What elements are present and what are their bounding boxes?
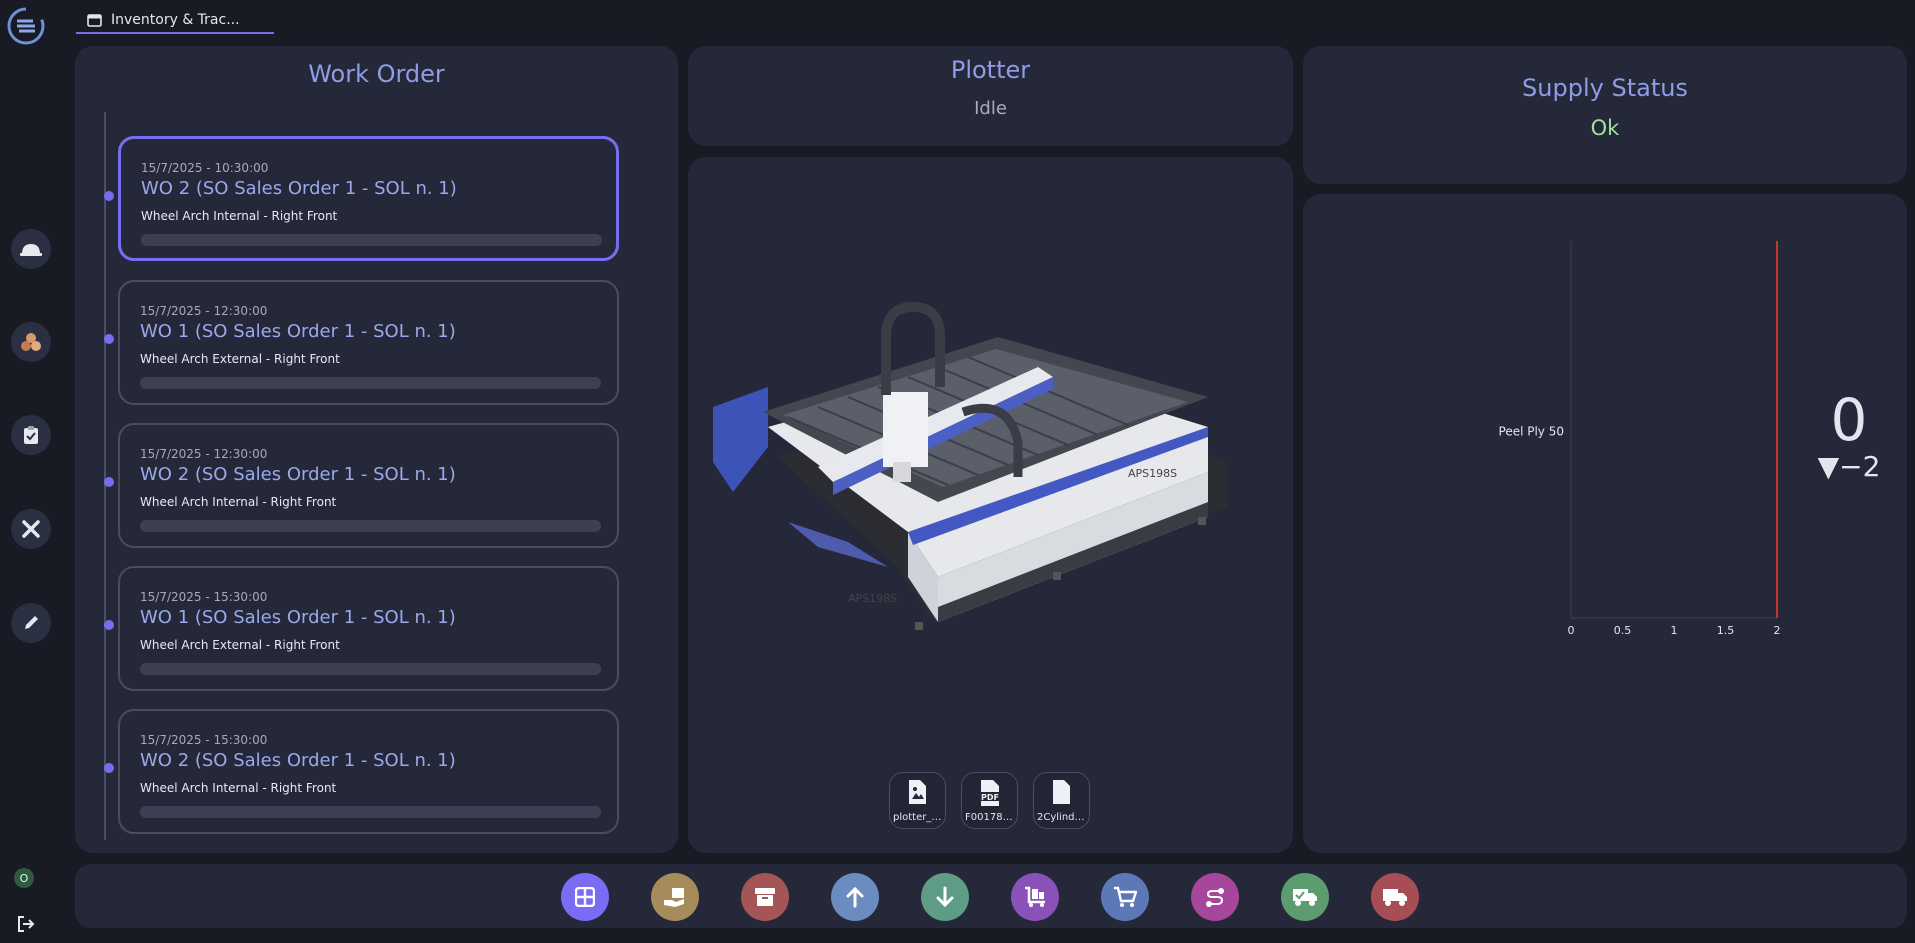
supply-chart: Peel Ply 500 0.5 1 1.5 20▼−2 [1499, 241, 1881, 637]
truck-button[interactable] [1371, 873, 1419, 921]
pdf-file-icon: PDF [979, 780, 1001, 806]
work-order-card[interactable]: 15/7/2025 - 15:30:00 WO 1 (SO Sales Orde… [104, 566, 619, 691]
work-order-title-text: WO 1 (SO Sales Order 1 - SOL n. 1) [140, 607, 456, 628]
cart-items-button[interactable] [1011, 873, 1059, 921]
archive-icon [755, 888, 775, 906]
file-icon [1053, 780, 1070, 804]
work-order-progress [141, 234, 602, 246]
action-bar [75, 864, 1907, 928]
file-attachment[interactable]: PDF F001788... [961, 772, 1018, 829]
image-file-icon [909, 780, 926, 804]
work-order-datetime: 15/7/2025 - 10:30:00 [141, 161, 269, 175]
grid-icon [575, 887, 595, 907]
x-tick-label: 0.5 [1614, 624, 1632, 637]
x-tick-label: 0 [1568, 624, 1575, 637]
clipboard-check-icon[interactable] [11, 415, 51, 455]
work-order-description: Wheel Arch Internal - Right Front [140, 495, 337, 509]
file-label: F001788... [965, 812, 1014, 823]
cart-icon [1114, 886, 1137, 907]
work-order-progress [140, 520, 601, 532]
work-order-title: Work Order [308, 60, 445, 88]
worker-helmet-icon[interactable] [11, 229, 51, 269]
archive-button[interactable] [741, 873, 789, 921]
plotter-header-panel: Plotter Idle [688, 46, 1293, 146]
supply-status-panel: Supply Status Ok [1303, 46, 1907, 184]
work-order-description: Wheel Arch Internal - Right Front [140, 781, 337, 795]
materials-icon[interactable] [11, 322, 51, 362]
category-label: Peel Ply 50 [1499, 425, 1564, 439]
file-attachment[interactable]: plotter_i... [889, 772, 946, 829]
supply-status-title: Supply Status [1522, 74, 1688, 102]
truck-ok-button[interactable] [1281, 873, 1329, 921]
machine-label: APS198S [1128, 467, 1177, 480]
svg-text:PDF: PDF [981, 793, 999, 802]
supply-chart-panel: Peel Ply 50 0 0.5 1 1.5 2 0 ▼−2 [1303, 194, 1907, 853]
timeline-dot [104, 334, 114, 344]
work-order-datetime: 15/7/2025 - 15:30:00 [140, 590, 268, 604]
work-order-title-text: WO 2 (SO Sales Order 1 - SOL n. 1) [140, 464, 456, 485]
cart-button[interactable] [1101, 873, 1149, 921]
download-button[interactable] [921, 873, 969, 921]
work-order-progress [140, 806, 601, 818]
x-tick-label: 1 [1671, 624, 1678, 637]
route-icon [1206, 888, 1224, 907]
left-rail: O [0, 0, 60, 943]
plotter-panel: APS198S APS198S plotter_i... PDF F001788… [688, 157, 1293, 853]
timeline-dot [104, 763, 114, 773]
tab-inventory[interactable]: Inventory & Trac... [76, 8, 274, 34]
file-label: plotter_i... [893, 812, 942, 823]
supply-status-value: Ok [1590, 116, 1620, 140]
timeline-dot [104, 191, 114, 201]
arrow-up-icon [846, 886, 864, 908]
timeline-line [104, 112, 106, 840]
tools-icon[interactable] [11, 509, 51, 549]
arrow-down-icon [936, 886, 954, 908]
pencil-icon[interactable] [11, 603, 51, 643]
route-button[interactable] [1191, 873, 1239, 921]
work-order-description: Wheel Arch External - Right Front [140, 352, 340, 366]
work-order-datetime: 15/7/2025 - 12:30:00 [140, 447, 268, 461]
work-order-card[interactable]: 15/7/2025 - 12:30:00 WO 2 (SO Sales Orde… [104, 423, 619, 548]
plotter-title: Plotter [950, 56, 1031, 84]
upload-button[interactable] [831, 873, 879, 921]
work-order-description: Wheel Arch External - Right Front [140, 638, 340, 652]
work-order-title-text: WO 1 (SO Sales Order 1 - SOL n. 1) [140, 321, 456, 342]
hand-box-icon [664, 888, 684, 907]
work-order-card[interactable]: 15/7/2025 - 10:30:00 WO 2 (SO Sales Orde… [104, 136, 619, 261]
work-order-card[interactable]: 15/7/2025 - 12:30:00 WO 1 (SO Sales Orde… [104, 280, 619, 405]
file-attachment[interactable]: 2Cylinde... [1033, 772, 1090, 829]
supply-value: 0 [1831, 386, 1868, 454]
plotter-machine-image: APS198S APS198S [713, 301, 1228, 630]
timeline-dot [104, 620, 114, 630]
logout-icon[interactable] [14, 912, 38, 936]
work-order-panel: Work Order 15/7/2025 - 10:30:00 WO 2 (SO… [75, 46, 678, 853]
truck-icon [1383, 889, 1407, 906]
work-order-datetime: 15/7/2025 - 15:30:00 [140, 733, 268, 747]
work-order-description: Wheel Arch Internal - Right Front [141, 209, 338, 223]
plotter-status: Idle [974, 98, 1007, 119]
work-order-progress [140, 377, 601, 389]
dashboard-button[interactable] [561, 873, 609, 921]
tab-label: Inventory & Trac... [111, 12, 240, 28]
machine-label: APS198S [848, 592, 897, 605]
work-order-title-text: WO 2 (SO Sales Order 1 - SOL n. 1) [141, 178, 457, 199]
work-order-progress [140, 663, 601, 675]
file-label: 2Cylinde... [1037, 812, 1086, 823]
work-order-card[interactable]: 15/7/2025 - 15:30:00 WO 2 (SO Sales Orde… [104, 709, 619, 834]
work-order-title-text: WO 2 (SO Sales Order 1 - SOL n. 1) [140, 750, 456, 771]
deliver-button[interactable] [651, 873, 699, 921]
user-avatar[interactable]: O [14, 868, 34, 888]
truck-check-icon [1293, 889, 1317, 906]
work-order-datetime: 15/7/2025 - 12:30:00 [140, 304, 268, 318]
supply-delta: ▼−2 [1818, 450, 1881, 483]
app-logo[interactable] [5, 5, 47, 47]
x-tick-label: 2 [1774, 624, 1781, 637]
timeline-dot [104, 477, 114, 487]
window-icon [87, 13, 102, 27]
dolly-box-icon [1025, 886, 1045, 907]
x-tick-label: 1.5 [1717, 624, 1735, 637]
